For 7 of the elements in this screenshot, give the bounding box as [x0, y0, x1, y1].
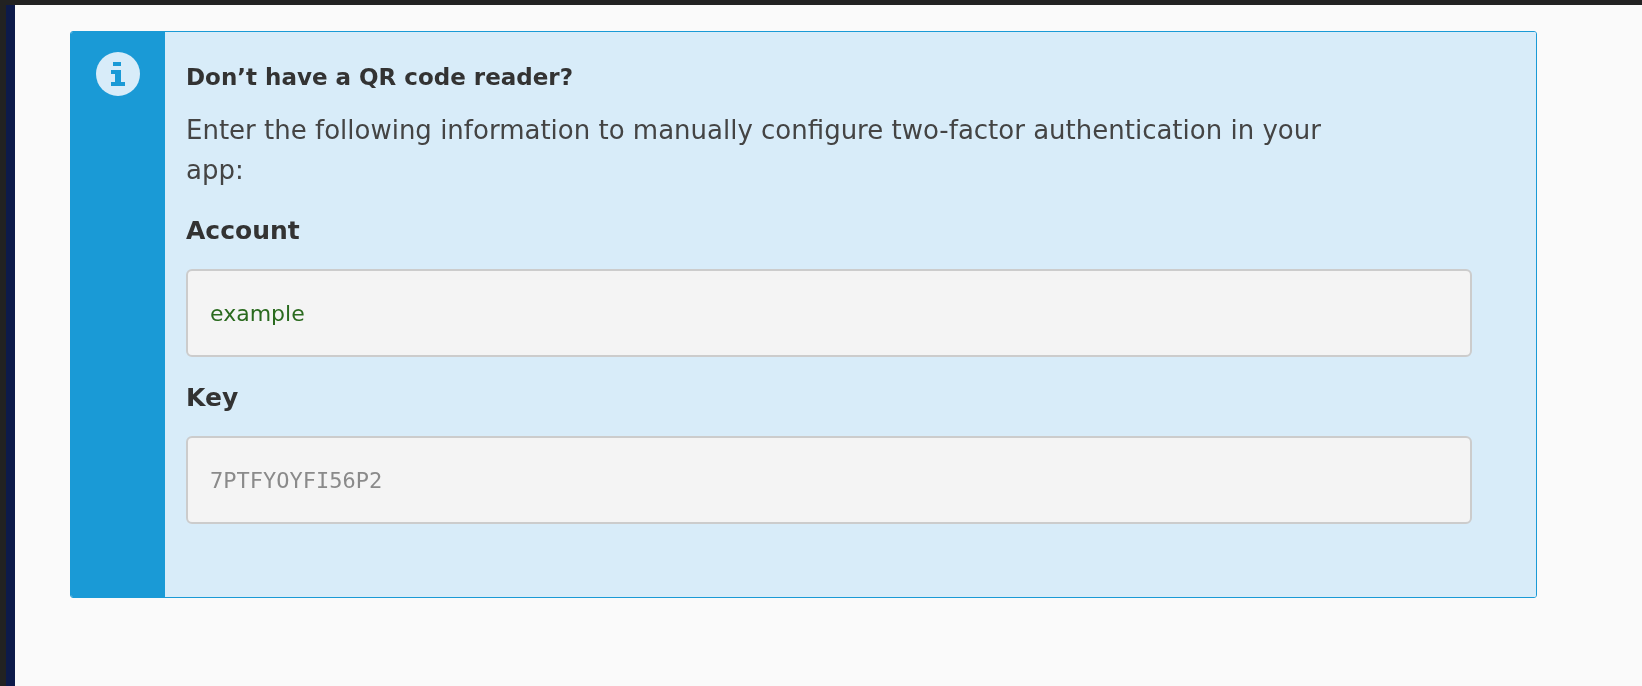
alert-message: Enter the following information to manually configure two-factor authentication in your app:	[186, 114, 1322, 187]
account-field[interactable]: example	[186, 269, 1472, 357]
info-icon	[95, 51, 141, 97]
alert-title: Don’t have a QR code reader?	[186, 64, 574, 90]
key-field[interactable]: 7PTFYOYFI56P2	[186, 436, 1472, 524]
field-label: Key	[186, 383, 240, 412]
field-label: Account	[186, 216, 301, 245]
